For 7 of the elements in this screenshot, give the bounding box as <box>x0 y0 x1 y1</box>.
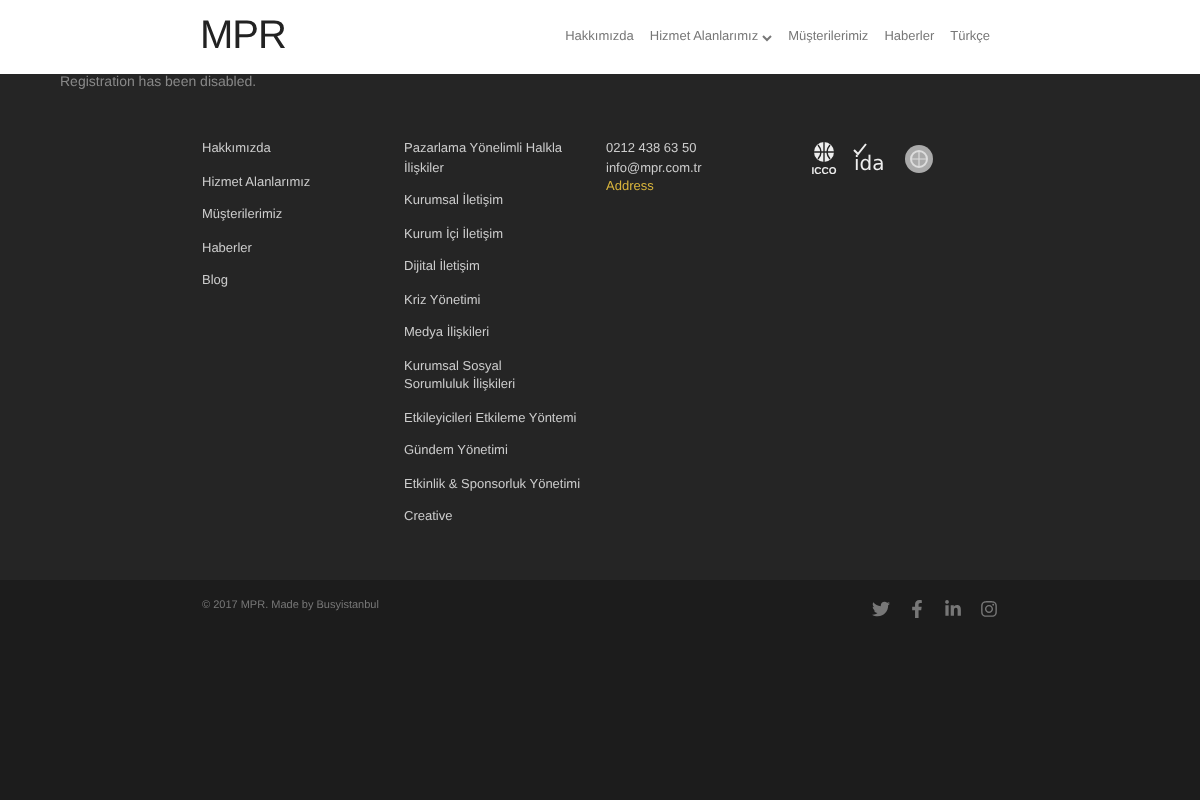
instagram-icon[interactable] <box>980 600 998 618</box>
checkmark-logo: ida <box>852 142 892 174</box>
site-logo[interactable]: MPR <box>200 14 286 60</box>
emblem-logo <box>904 143 934 173</box>
linkedin-icon[interactable] <box>944 600 962 618</box>
twitter-icon[interactable] <box>872 600 890 618</box>
facebook-icon[interactable] <box>908 600 926 618</box>
